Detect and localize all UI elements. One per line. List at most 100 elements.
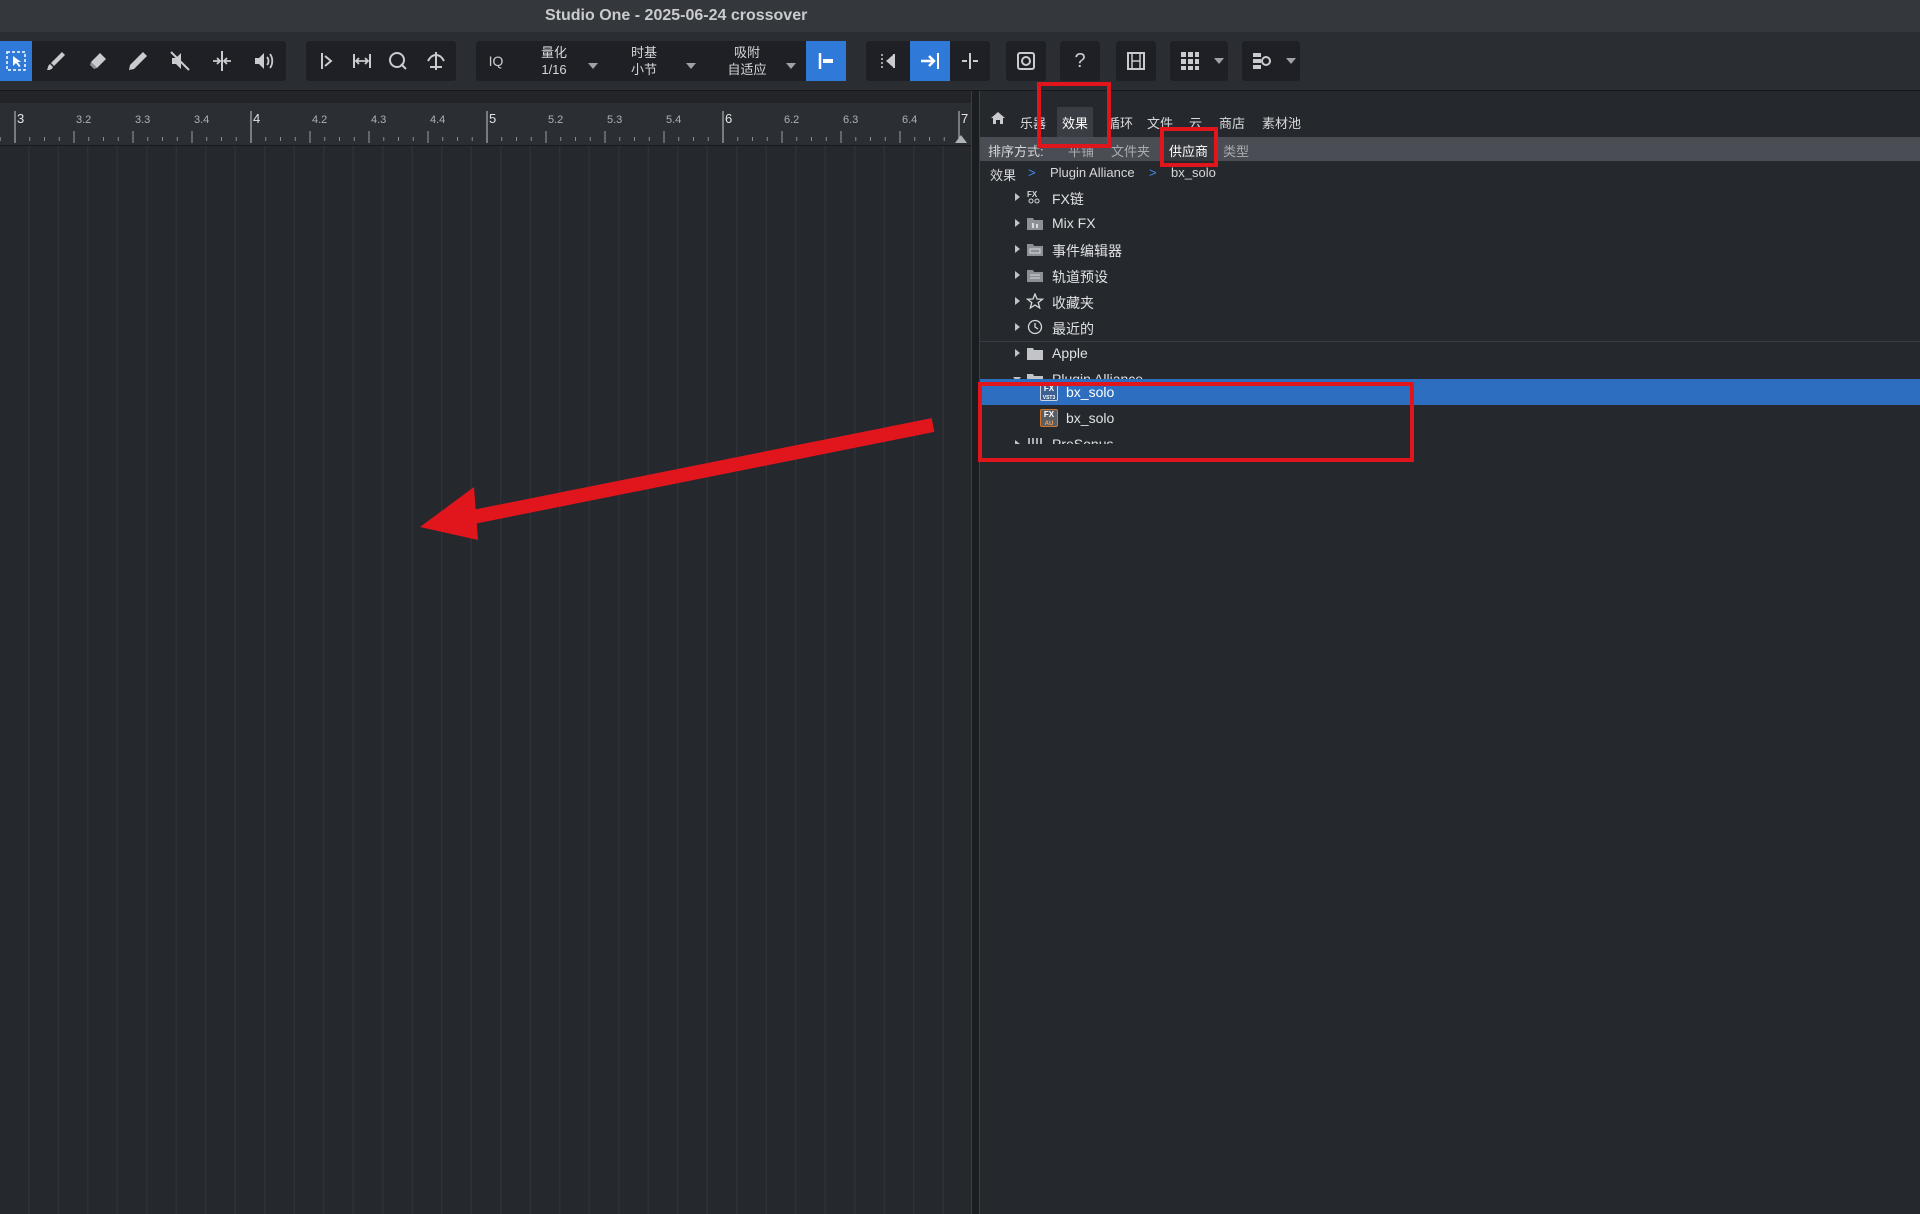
ruler-label: 7	[961, 111, 968, 126]
ruler-label: 5.3	[607, 114, 622, 126]
tree-item-recent[interactable]: 最近的	[980, 314, 1920, 340]
mute-tool-icon[interactable]	[160, 41, 200, 81]
ruler-label: 3.3	[135, 114, 150, 126]
ruler-label: 6.3	[843, 114, 858, 126]
ruler-scroll-up-icon[interactable]	[955, 135, 967, 143]
edit-tools-group	[0, 41, 286, 81]
transient-detect-icon[interactable]	[416, 41, 456, 81]
tree-item-fx-chains[interactable]: FX FX链	[980, 184, 1920, 210]
chevron-right-icon[interactable]	[1015, 193, 1020, 201]
range-tools-group	[306, 41, 456, 81]
tree-item-track-presets[interactable]: 轨道预设	[980, 262, 1920, 288]
tree-item-mix-fx[interactable]: Mix FX	[980, 210, 1920, 236]
breadcrumb-plugin-alliance[interactable]: Plugin Alliance	[1050, 165, 1135, 180]
snap-to-grid-button[interactable]	[806, 41, 846, 81]
arrange-view[interactable]: 3 3.2 3.3 3.4 4 4.2 4.3 4.4 5 5.2 5.3 5.4 6 6.2 6.3 6.4…	[0, 91, 971, 1214]
event-editor-icon	[1026, 241, 1044, 257]
ruler-label: 5	[489, 111, 496, 126]
breadcrumb-bx-solo[interactable]: bx_solo	[1171, 165, 1216, 180]
help-group: ?	[1060, 41, 1100, 81]
pencil-icon[interactable]	[118, 41, 158, 81]
tree-item-label: 最近的	[1052, 321, 1094, 337]
sort-option-type[interactable]: 类型	[1223, 141, 1249, 160]
snap-value: 自适应	[727, 62, 767, 77]
ruler-label: 5.4	[666, 114, 681, 126]
ruler-marks: 3 3.2 3.3 3.4 4 4.2 4.3 4.4 5 5.2 5.3 5.4 6 6.2 6.3 6.4…	[0, 111, 968, 143]
track-preset-icon	[1026, 267, 1044, 283]
ruler-label: 3	[17, 111, 24, 126]
ruler-label: 6.4	[902, 114, 917, 126]
chevron-right-icon[interactable]	[1015, 271, 1020, 279]
timeline-ruler[interactable]: 3 3.2 3.3 3.4 4 4.2 4.3 4.4 5 5.2 5.3 5.4 6 6.2 6.3 6.4…	[0, 103, 971, 146]
split-view-icon[interactable]	[950, 41, 990, 81]
quantize-group: IQ 量化 1/16 时基 小节 吸附 自适应	[476, 41, 846, 81]
folder-icon	[1026, 345, 1044, 361]
home-icon[interactable]	[990, 110, 1006, 126]
tree-item-favorites[interactable]: 收藏夹	[980, 288, 1920, 314]
snap-selector[interactable]: 吸附 自适应	[722, 44, 772, 78]
zoom-loop-icon[interactable]	[378, 41, 418, 81]
chevron-right-icon[interactable]	[1015, 349, 1020, 357]
mix-fx-icon	[1026, 215, 1044, 231]
highlight-vendor-sort	[1160, 127, 1218, 167]
breadcrumb-separator: >	[1149, 165, 1157, 180]
tree-item-event-editor[interactable]: 事件编辑器	[980, 236, 1920, 262]
window-title: Studio One - 2025-06-24 crossover	[545, 7, 808, 24]
listen-speaker-icon[interactable]	[244, 41, 284, 81]
tree-item-label: Plugin Alliance	[1052, 371, 1144, 379]
breadcrumb-separator: >	[1028, 165, 1036, 180]
highlight-bx-solo-items	[978, 382, 1414, 462]
iq-button[interactable]: IQ	[476, 41, 516, 81]
follow-left-icon[interactable]	[868, 41, 908, 81]
timebase-chevron-down-icon[interactable]	[686, 63, 696, 69]
sort-option-folder[interactable]: 文件夹	[1111, 141, 1150, 160]
grid-view-icon[interactable]	[1170, 41, 1210, 81]
tab-pool[interactable]: 素材池	[1262, 113, 1301, 132]
chevron-right-icon[interactable]	[1015, 219, 1020, 227]
grid-view-chevron-down-icon[interactable]	[1214, 58, 1224, 64]
autoscroll-button[interactable]	[910, 41, 950, 81]
browser-panel: 乐器 效果 循环 文件 云 商店 素材池 排序方式: 平铺 文件夹 供应商 类型…	[979, 91, 1920, 1214]
tab-shop[interactable]: 商店	[1219, 113, 1245, 132]
help-button[interactable]: ?	[1060, 41, 1100, 81]
timebase-selector[interactable]: 时基 小节	[626, 44, 662, 78]
stretch-range-icon[interactable]	[342, 41, 382, 81]
tree-item-plugin-alliance[interactable]: Plugin Alliance	[980, 366, 1920, 379]
browser-tabs: 乐器 效果 循环 文件 云 商店 素材池	[980, 107, 1920, 137]
select-arrow-icon[interactable]	[0, 41, 32, 81]
quantize-selector[interactable]: 量化 1/16	[536, 44, 572, 78]
chevron-right-icon[interactable]	[1015, 245, 1020, 253]
title-bar: Studio One - 2025-06-24 crossover	[0, 0, 1920, 32]
split-tool-icon[interactable]	[202, 41, 242, 81]
quantize-chevron-down-icon[interactable]	[588, 63, 598, 69]
ruler-label: 6	[725, 111, 732, 126]
sort-bar: 排序方式: 平铺 文件夹 供应商 类型	[980, 137, 1920, 161]
bend-marker-icon[interactable]	[306, 41, 346, 81]
ruler-label: 3.4	[194, 114, 209, 126]
tree-item-label: FX链	[1052, 191, 1084, 207]
autoscroll-group	[866, 41, 990, 81]
chevron-right-icon[interactable]	[1015, 323, 1020, 331]
snap-chevron-down-icon[interactable]	[786, 63, 796, 69]
focus-target-icon[interactable]	[1006, 41, 1046, 81]
ruler-label: 4.3	[371, 114, 386, 126]
tree-item-apple[interactable]: Apple	[980, 340, 1920, 366]
clock-icon	[1026, 319, 1044, 335]
ruler-label: 3.2	[76, 114, 91, 126]
eraser-icon[interactable]	[78, 41, 118, 81]
breadcrumb: 效果 > Plugin Alliance > bx_solo	[980, 161, 1920, 183]
fx-chain-icon: FX	[1026, 189, 1044, 205]
svg-text:FX: FX	[1027, 190, 1038, 199]
chevron-right-icon[interactable]	[1015, 297, 1020, 305]
paint-brush-icon[interactable]	[36, 41, 76, 81]
layout-chevron-down-icon[interactable]	[1286, 58, 1296, 64]
snap-label: 吸附	[733, 45, 760, 60]
film-strip-icon[interactable]	[1116, 41, 1156, 81]
breadcrumb-effects[interactable]: 效果	[990, 165, 1016, 184]
tree-item-label: Mix FX	[1052, 215, 1096, 231]
timebase-label: 时基	[630, 45, 657, 60]
ruler-label: 5.2	[548, 114, 563, 126]
ruler-label: 4.4	[430, 114, 445, 126]
layout-panels-icon[interactable]	[1242, 41, 1282, 81]
track-lanes[interactable]	[0, 146, 971, 1214]
